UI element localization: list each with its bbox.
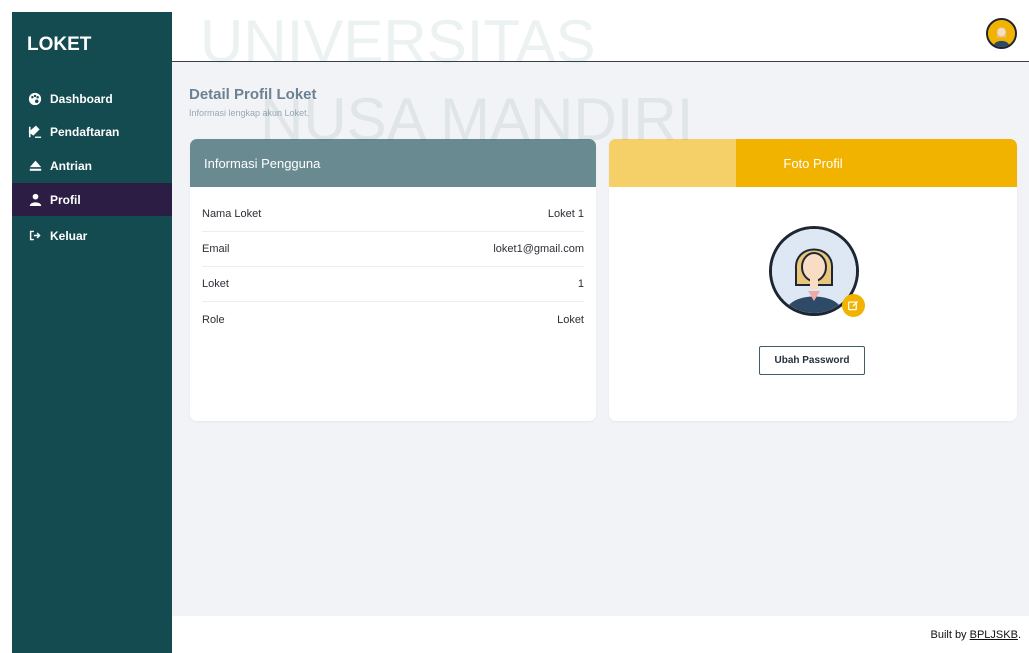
info-row-role: Role Loket (202, 302, 584, 337)
brand-title: LOKET (27, 34, 92, 55)
info-label: Loket (202, 278, 229, 290)
footer-prefix: Built by (930, 629, 970, 641)
page-subtitle: Informasi lengkap akun Loket. (189, 108, 310, 118)
palette-icon (27, 91, 43, 107)
eject-icon (27, 158, 43, 174)
info-value: 1 (577, 278, 584, 290)
signature-icon (27, 124, 43, 140)
info-row-nama-loket: Nama Loket Loket 1 (202, 197, 584, 232)
user-info-list: Nama Loket Loket 1 Email loket1@gmail.co… (190, 187, 596, 337)
sidebar-item-antrian[interactable]: Antrian (12, 149, 172, 182)
edit-icon (848, 300, 859, 311)
info-row-loket: Loket 1 (202, 267, 584, 302)
info-label: Email (202, 243, 230, 255)
info-label: Nama Loket (202, 208, 262, 220)
profile-photo-card: Foto Profil Ubah Password (609, 139, 1017, 421)
sign-out-icon (27, 228, 43, 244)
info-value: Loket (557, 313, 584, 326)
main-content: Detail Profil Loket Informasi lengkap ak… (172, 62, 1029, 616)
sidebar-item-profil[interactable]: Profil (12, 183, 172, 216)
info-label: Role (202, 313, 225, 326)
footer: Built by BPLJSKB. (930, 629, 1021, 641)
sidebar: LOKET Dashboard Pendaftaran Antrian Prof… (12, 12, 172, 653)
info-value: loket1@gmail.com (493, 243, 584, 255)
footer-link[interactable]: BPLJSKB (970, 629, 1018, 641)
profile-photo-heading: Foto Profil (783, 155, 843, 171)
sidebar-item-dashboard[interactable]: Dashboard (12, 82, 172, 115)
user-avatar[interactable] (986, 18, 1017, 49)
page-title: Detail Profil Loket (189, 86, 317, 103)
sidebar-item-label: Profil (50, 192, 81, 207)
user-icon (27, 192, 43, 208)
avatar-icon (988, 20, 1015, 47)
edit-photo-button[interactable] (842, 294, 865, 317)
footer-suffix: . (1017, 629, 1021, 641)
sidebar-item-keluar[interactable]: Keluar (12, 219, 172, 252)
info-row-email: Email loket1@gmail.com (202, 232, 584, 267)
sidebar-item-label: Dashboard (50, 91, 113, 106)
info-value: Loket 1 (547, 208, 584, 220)
sidebar-item-pendaftaran[interactable]: Pendaftaran (12, 115, 172, 148)
user-info-heading: Informasi Pengguna (190, 139, 596, 187)
user-info-card: Informasi Pengguna Nama Loket Loket 1 Em… (190, 139, 596, 421)
sidebar-item-label: Antrian (50, 158, 92, 173)
sidebar-item-label: Keluar (50, 228, 88, 243)
change-password-button[interactable]: Ubah Password (759, 346, 865, 375)
profile-photo-header: Foto Profil (609, 139, 1017, 187)
sidebar-item-label: Pendaftaran (50, 124, 120, 139)
